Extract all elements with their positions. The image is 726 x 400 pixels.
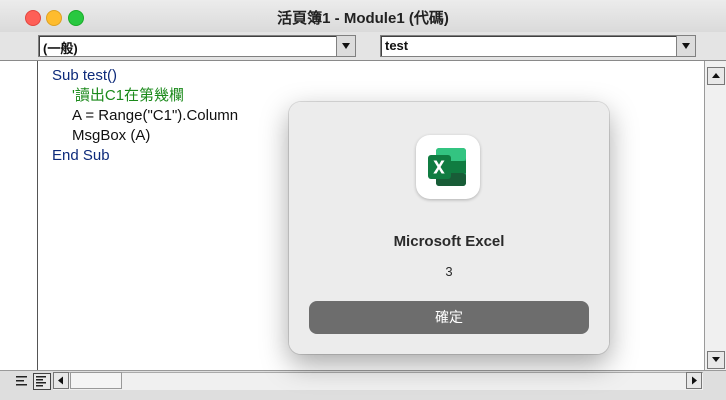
bottom-bar	[0, 370, 726, 400]
code-line[interactable]: End Sub	[52, 146, 238, 166]
procedure-dropdown[interactable]: test	[380, 35, 696, 57]
message-box-dialog: Microsoft Excel 3 確定	[289, 102, 609, 354]
scroll-down-button[interactable]	[707, 351, 725, 369]
code-line[interactable]: MsgBox (A)	[52, 126, 238, 146]
window-title: 活頁簿1 - Module1 (代碼)	[277, 10, 449, 27]
code-line[interactable]: '讀出C1在第幾欄	[52, 86, 238, 106]
arrow-right-icon	[692, 376, 697, 385]
procedure-view-icon	[16, 376, 27, 386]
code-line[interactable]: A = Range("C1").Column	[52, 106, 238, 126]
arrow-up-icon	[712, 73, 720, 78]
code-toolbar: (一般) test	[0, 32, 726, 60]
horizontal-scrollbar[interactable]	[53, 372, 703, 390]
dialog-title: Microsoft Excel	[393, 233, 505, 250]
full-module-view-button[interactable]	[33, 373, 51, 390]
ok-button[interactable]: 確定	[309, 301, 589, 334]
chevron-down-icon	[342, 43, 350, 49]
code-text[interactable]: Sub test() '讀出C1在第幾欄 A = Range("C1").Col…	[52, 66, 238, 166]
procedure-view-button[interactable]	[14, 373, 30, 388]
dialog-message: 3	[445, 264, 453, 279]
procedure-dropdown-arrow[interactable]	[676, 36, 695, 56]
object-dropdown-value: (一般)	[43, 41, 78, 56]
margin-indicator-bar[interactable]	[0, 61, 38, 371]
chevron-down-icon	[682, 43, 690, 49]
full-module-view-icon	[36, 376, 46, 387]
vba-editor-window: 活頁簿1 - Module1 (代碼) (一般) test Sub test()…	[0, 0, 726, 400]
arrow-left-icon	[58, 376, 63, 385]
arrow-down-icon	[712, 357, 720, 362]
scroll-left-button[interactable]	[53, 372, 69, 389]
horizontal-scroll-thumb[interactable]	[70, 372, 122, 389]
vertical-scrollbar[interactable]	[704, 61, 726, 371]
procedure-dropdown-value: test	[385, 38, 409, 53]
object-dropdown-arrow[interactable]	[336, 36, 355, 56]
object-dropdown[interactable]: (一般)	[38, 35, 356, 57]
scroll-right-button[interactable]	[686, 372, 702, 389]
excel-icon	[416, 135, 480, 199]
title-bar[interactable]: 活頁簿1 - Module1 (代碼)	[0, 0, 726, 33]
scroll-up-button[interactable]	[707, 67, 725, 85]
code-line[interactable]: Sub test()	[52, 66, 238, 86]
